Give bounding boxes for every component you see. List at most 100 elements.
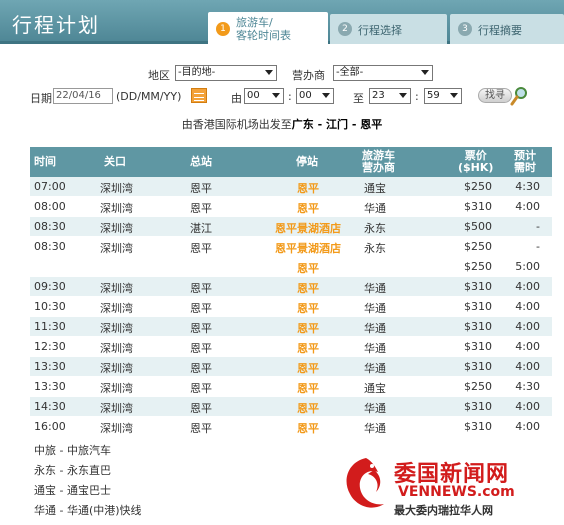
chevron-down-icon [450,93,458,98]
route-description: 由香港国际机场出发至广东 - 江门 - 恩平 [0,116,564,132]
calendar-icon[interactable] [191,88,207,103]
cell-stop: 恩平景湖酒店 [275,242,341,255]
logo-tagline: 最大委内瑞拉华人网 [394,504,493,517]
cell-duration: 4:00 [515,360,540,373]
cell-time: 10:30 [34,300,66,313]
table-row: 13:30 深圳湾 恩平 华通 恩平 $310 4:00 [30,357,552,377]
cell-stop: 恩平 [297,202,319,215]
col-duration: 预计 需时 [514,149,536,174]
tab-itinerary-summary[interactable]: 3 行程摘要 [450,14,564,44]
cell-time: 08:00 [34,200,66,213]
dragon-logo-icon [346,458,384,508]
cell-checkpoint: 深圳湾 [100,182,133,195]
cell-terminal: 湛江 [190,222,212,235]
tab-label: 行程摘要 [478,24,522,37]
to-hour-select[interactable]: 23 [369,88,411,104]
cell-terminal: 恩平 [190,402,212,415]
time-separator: : [415,90,419,103]
page-title: 行程计划 [12,13,100,37]
table-row: 11:30 深圳湾 恩平 华通 恩平 $310 4:00 [30,317,552,337]
table-row: 09:30 深圳湾 恩平 华通 恩平 $310 4:00 [30,277,552,297]
date-label: 日期 [30,92,52,105]
cell-operator: 华通 [364,342,386,355]
cell-price-secondary: $250 [464,260,492,273]
schedule-table: 时间 关口 总站 停站 旅游车 营办商 票价 ($HK) 预计 需时 07:00 深圳湾… [30,147,552,437]
cell-terminal: 恩平 [190,382,212,395]
date-format-hint: (DD/MM/YY) [116,90,182,103]
cell-price: $250 [464,240,492,253]
operator-select[interactable]: -全部- [333,65,433,81]
cell-terminal: 恩平 [190,342,212,355]
region-label: 地区 [148,69,170,82]
chevron-down-icon [272,93,280,98]
cell-stop: 恩平 [297,282,319,295]
cell-price: $250 [464,180,492,193]
cell-operator: 华通 [364,282,386,295]
route-destination: 广东 - 江门 - 恩平 [291,118,383,131]
cell-duration: 4:00 [515,400,540,413]
cell-operator: 永东 [364,222,386,235]
cell-operator: 华通 [364,402,386,415]
col-stop: 停站 [296,155,318,168]
cell-duration: 4:00 [515,420,540,433]
cell-duration: 4:30 [515,180,540,193]
cell-terminal: 恩平 [190,182,212,195]
region-select[interactable]: -目的地- [175,65,277,81]
cell-time: 16:00 [34,420,66,433]
cell-duration: 4:00 [515,280,540,293]
cell-price: $500 [464,220,492,233]
from-hour-select[interactable]: 00 [244,88,284,104]
col-price: 票价 ($HK) [458,149,494,174]
cell-terminal: 恩平 [190,282,212,295]
cell-checkpoint: 深圳湾 [100,322,133,335]
cell-stop: 恩平 [297,382,319,395]
cell-terminal: 恩平 [190,242,212,255]
operator-label: 营办商 [292,69,325,82]
col-terminal: 总站 [190,155,212,168]
cell-stop: 恩平 [297,402,319,415]
table-row: 13:30 深圳湾 恩平 通宝 恩平 $250 4:30 [30,377,552,397]
cell-price: $310 [464,280,492,293]
search-button[interactable]: 找寻 [478,86,528,106]
cell-operator: 华通 [364,202,386,215]
chevron-down-icon [265,70,273,75]
tab-itinerary-select[interactable]: 2 行程选择 [330,14,447,44]
legend-item: 通宝 - 通宝巴士 [34,484,111,497]
legend-item: 中旅 - 中旅汽车 [34,444,111,457]
chevron-down-icon [399,93,407,98]
time-separator: : [288,90,292,103]
cell-stop: 恩平 [297,322,319,335]
to-label: 至 [353,92,364,105]
cell-operator: 通宝 [364,182,386,195]
chevron-down-icon [421,70,429,75]
cell-price: $310 [464,320,492,333]
to-minute-select[interactable]: 59 [424,88,462,104]
cell-stop: 恩平 [297,342,319,355]
cell-operator: 华通 [364,302,386,315]
cell-duration-secondary: 5:00 [515,260,540,273]
table-row: 07:00 深圳湾 恩平 通宝 恩平 $250 4:30 [30,177,552,197]
cell-duration: 4:00 [515,340,540,353]
cell-time: 13:30 [34,380,66,393]
cell-stop: 恩平 [297,302,319,315]
cell-checkpoint: 深圳湾 [100,222,133,235]
tab-label: 行程选择 [358,24,402,37]
cell-duration: 4:00 [515,200,540,213]
cell-checkpoint: 深圳湾 [100,302,133,315]
tab-label-line1: 旅游车/ [236,16,273,29]
tab-bus-ferry-schedule[interactable]: 1 旅游车/ 客轮时间表 [208,12,328,46]
cell-stop: 恩平 [297,362,319,375]
cell-stop: 恩平景湖酒店 [275,222,341,235]
table-row: 16:00 深圳湾 恩平 华通 恩平 $310 4:00 [30,417,552,437]
table-header: 时间 关口 总站 停站 旅游车 营办商 票价 ($HK) 预计 需时 [30,147,552,177]
cell-price: $310 [464,400,492,413]
cell-time: 11:30 [34,320,66,333]
cell-price: $310 [464,340,492,353]
cell-checkpoint: 深圳湾 [100,382,133,395]
from-label: 由 [231,92,242,105]
cell-checkpoint: 深圳湾 [100,362,133,375]
cell-terminal: 恩平 [190,202,212,215]
date-input[interactable]: 22/04/16 [53,88,113,104]
cell-time: 09:30 [34,280,66,293]
from-minute-select[interactable]: 00 [296,88,334,104]
